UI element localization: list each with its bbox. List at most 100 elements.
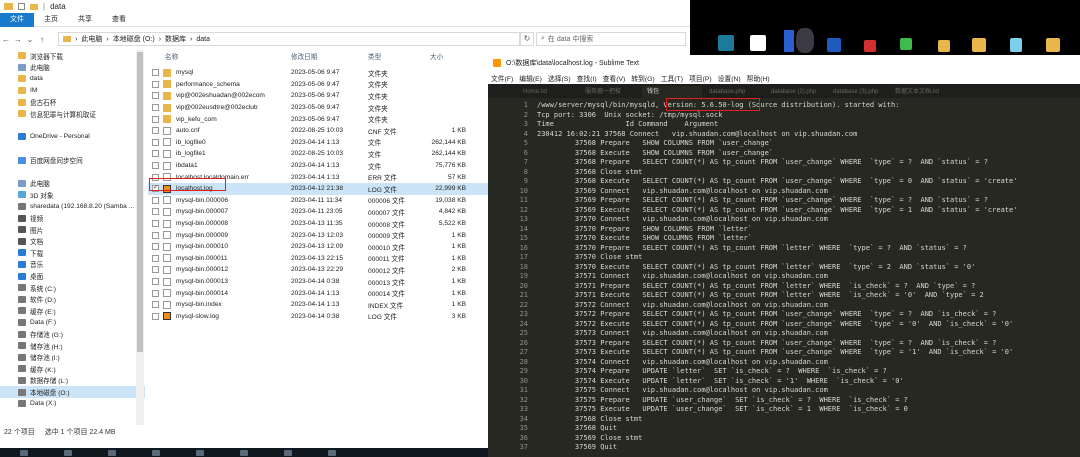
editor-tab[interactable]: 服务器一把梭 — [580, 86, 640, 98]
menu-item[interactable]: 设置(N) — [718, 73, 741, 83]
app-shortcut-icon[interactable] — [1010, 38, 1022, 52]
code-area[interactable]: 1/www/server/mysql/bin/mysqld, Version: … — [488, 101, 1080, 457]
nav-item[interactable]: 桌面 — [0, 270, 145, 282]
taskbar-app-icon[interactable] — [328, 449, 336, 456]
menu-item[interactable]: 查看(V) — [603, 73, 626, 83]
app-shortcut-icon[interactable] — [1046, 38, 1060, 52]
column-header-type[interactable]: 类型 — [368, 52, 381, 64]
nav-item[interactable]: 此电脑 — [0, 62, 145, 74]
row-checkbox[interactable] — [152, 301, 159, 309]
row-checkbox[interactable] — [152, 196, 159, 204]
editor-tab[interactable]: database (3).php — [828, 86, 888, 98]
nav-item[interactable]: 图片 — [0, 224, 145, 236]
nav-item[interactable]: 软件 (D:) — [0, 293, 145, 305]
new-folder-icon[interactable] — [30, 3, 38, 10]
nav-item[interactable]: Data (F:) — [0, 317, 145, 329]
nav-item[interactable]: 浏览器下载 — [0, 50, 145, 62]
row-checkbox[interactable] — [152, 243, 159, 251]
tab-home[interactable]: 主页 — [34, 13, 68, 27]
start-icon[interactable] — [20, 449, 28, 456]
app-shortcut-icon[interactable] — [900, 38, 912, 50]
row-checkbox[interactable] — [152, 220, 159, 228]
breadcrumb-item[interactable]: 数据库 — [165, 34, 186, 44]
nav-item[interactable]: 存储池 (G:) — [0, 328, 145, 340]
search-input[interactable]: ⌕ 在 data 中搜索 — [536, 32, 686, 46]
menu-item[interactable]: 文件(F) — [491, 73, 513, 83]
breadcrumb-item[interactable]: 本地磁盘 (O:) — [113, 34, 155, 44]
nav-item[interactable]: 本地磁盘 (O:) — [0, 386, 145, 398]
app-shortcut-icon[interactable] — [718, 35, 734, 51]
row-checkbox[interactable] — [152, 278, 159, 286]
row-checkbox[interactable] — [152, 92, 159, 100]
address-bar[interactable]: › 此电脑 › 本地磁盘 (O:) › 数据库 › data — [58, 32, 520, 46]
nav-item[interactable]: 缓存 (E:) — [0, 305, 145, 317]
nav-item[interactable]: 盘古石杯 — [0, 96, 145, 108]
taskbar-app-icon[interactable] — [108, 449, 116, 456]
menu-item[interactable]: 选择(S) — [548, 73, 571, 83]
tab-file[interactable]: 文件 — [0, 12, 34, 27]
nav-item[interactable]: OneDrive - Personal — [0, 131, 145, 143]
row-checkbox[interactable] — [152, 127, 159, 135]
tab-view[interactable]: 查看 — [102, 13, 136, 27]
row-checkbox[interactable] — [152, 150, 159, 158]
refresh-icon[interactable]: ↻ — [520, 32, 534, 46]
nav-item[interactable]: 文档 — [0, 236, 145, 248]
forward-arrow-icon[interactable]: → — [12, 35, 24, 44]
row-checkbox[interactable] — [152, 208, 159, 216]
nav-item[interactable]: 储存池 (I:) — [0, 351, 145, 363]
tab-share[interactable]: 共享 — [68, 13, 102, 27]
taskbar-app-icon[interactable] — [196, 449, 204, 456]
row-checkbox[interactable] — [152, 254, 159, 262]
nav-scrollbar-thumb[interactable] — [137, 52, 143, 352]
row-checkbox[interactable] — [152, 231, 159, 239]
back-arrow-icon[interactable]: ← — [0, 35, 12, 44]
editor-tab[interactable]: database (2).php — [766, 86, 826, 98]
nav-item[interactable]: sharedata (192.168.8.20 (Samba ... — [0, 201, 145, 213]
app-shortcut-icon[interactable] — [864, 40, 876, 52]
taskbar-app-icon[interactable] — [240, 449, 248, 456]
nav-item[interactable]: 视频 — [0, 212, 145, 224]
nav-item[interactable]: Data (X:) — [0, 398, 145, 410]
taskbar-app-icon[interactable] — [152, 449, 160, 456]
properties-icon[interactable] — [18, 3, 25, 10]
app-shortcut-icon[interactable] — [750, 35, 766, 51]
row-checkbox[interactable] — [152, 115, 159, 123]
nav-item[interactable]: IM — [0, 85, 145, 97]
nav-item[interactable]: 此电脑 — [0, 178, 145, 190]
menu-item[interactable]: 工具(T) — [661, 73, 683, 83]
column-header-name[interactable]: 名称 — [165, 52, 178, 64]
nav-item[interactable]: 信息犯罪与计算机取证 — [0, 108, 145, 120]
nav-item[interactable]: 下载 — [0, 247, 145, 259]
column-header-size[interactable]: 大小 — [430, 52, 443, 64]
nav-item[interactable]: 百度网盘同步空间 — [0, 154, 145, 166]
row-checkbox[interactable] — [152, 289, 159, 297]
nav-item[interactable]: 数据存储 (L:) — [0, 375, 145, 387]
row-checkbox[interactable] — [152, 312, 159, 320]
row-checkbox[interactable] — [152, 69, 159, 77]
app-shortcut-icon[interactable] — [972, 38, 986, 52]
app-shortcut-icon[interactable] — [938, 40, 950, 52]
taskbar-app-icon[interactable] — [284, 449, 292, 456]
editor-tab[interactable]: 钱包 — [642, 86, 702, 98]
nav-item[interactable]: 缓存 (K:) — [0, 363, 145, 375]
menu-item[interactable]: 查找(I) — [577, 73, 597, 83]
row-checkbox[interactable] — [152, 138, 159, 146]
menu-item[interactable]: 编辑(E) — [519, 73, 542, 83]
row-checkbox[interactable] — [152, 104, 159, 112]
nav-item[interactable]: 音乐 — [0, 259, 145, 271]
column-header-date[interactable]: 修改日期 — [291, 52, 317, 64]
taskbar-app-icon[interactable] — [64, 449, 72, 456]
app-shortcut-icon[interactable] — [827, 38, 841, 52]
recent-chevron-icon[interactable]: ⌄ — [24, 35, 36, 44]
nav-item[interactable]: 系统 (C:) — [0, 282, 145, 294]
nav-item[interactable]: 储存池 (H:) — [0, 340, 145, 352]
menu-item[interactable]: 项目(P) — [689, 73, 712, 83]
row-checkbox[interactable] — [152, 266, 159, 274]
breadcrumb-item[interactable]: data — [196, 36, 210, 43]
breadcrumb-item[interactable]: 此电脑 — [81, 34, 102, 44]
editor-tab[interactable]: database.php — [704, 86, 764, 98]
editor-tab[interactable]: Home.txt — [518, 86, 578, 98]
editor-tab[interactable]: 数据文本文档.txt — [890, 86, 950, 98]
app-shortcut-icon[interactable] — [784, 30, 794, 52]
up-arrow-icon[interactable]: ↑ — [36, 35, 48, 44]
